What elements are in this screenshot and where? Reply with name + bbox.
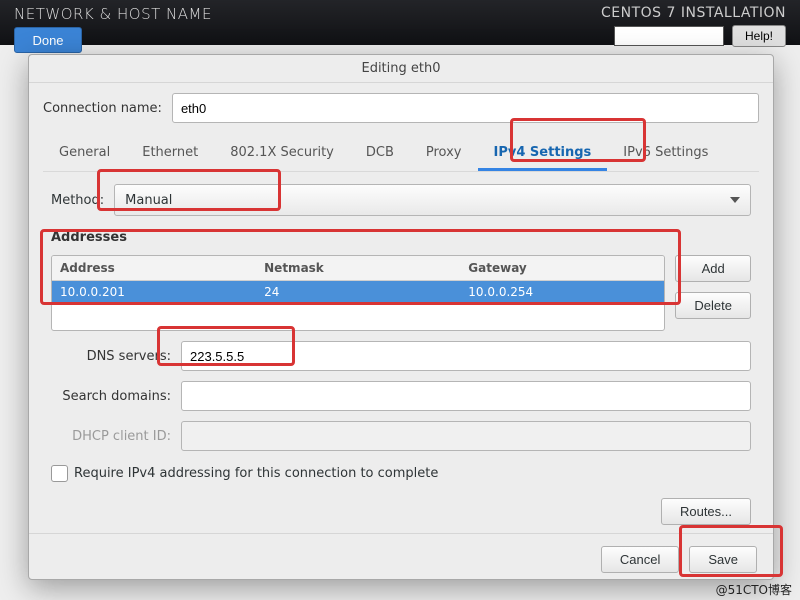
spoke-title: NETWORK & HOST NAME [14, 5, 212, 23]
ipv4-panel: Method: Manual Addresses Address Netmask… [43, 171, 759, 533]
tab-8021x[interactable]: 802.1X Security [214, 137, 350, 171]
help-button[interactable]: Help! [732, 25, 786, 47]
installer-top-bar: NETWORK & HOST NAME Done CENTOS 7 INSTAL… [0, 0, 800, 45]
cell-netmask: 24 [256, 281, 460, 303]
method-value: Manual [125, 193, 172, 208]
chevron-down-icon [730, 197, 740, 203]
addresses-heading: Addresses [51, 230, 751, 245]
cell-gateway: 10.0.0.254 [460, 281, 664, 303]
tab-ipv6[interactable]: IPv6 Settings [607, 137, 724, 171]
dns-servers-label: DNS servers: [51, 349, 171, 364]
addresses-header-row: Address Netmask Gateway [52, 256, 664, 281]
edit-connection-dialog: Editing eth0 Connection name: General Et… [28, 54, 774, 580]
installation-title: CENTOS 7 INSTALLATION [601, 5, 786, 21]
address-row-empty[interactable] [52, 303, 664, 330]
method-dropdown[interactable]: Manual [114, 184, 751, 216]
tab-ipv4[interactable]: IPv4 Settings [478, 137, 608, 171]
delete-address-button[interactable]: Delete [675, 292, 751, 319]
search-domains-label: Search domains: [51, 389, 171, 404]
settings-tabs: General Ethernet 802.1X Security DCB Pro… [29, 137, 773, 171]
addresses-table[interactable]: Address Netmask Gateway 10.0.0.201 24 10… [51, 255, 665, 331]
cancel-button[interactable]: Cancel [601, 546, 679, 573]
done-button[interactable]: Done [14, 27, 82, 53]
dhcp-client-id-input [181, 421, 751, 451]
tab-general[interactable]: General [43, 137, 126, 171]
col-address: Address [52, 256, 256, 280]
tab-dcb[interactable]: DCB [350, 137, 410, 171]
method-label: Method: [51, 193, 104, 208]
watermark: @51CTO博客 [716, 581, 792, 598]
col-gateway: Gateway [460, 256, 664, 280]
connection-name-input[interactable] [172, 93, 759, 123]
save-button[interactable]: Save [689, 546, 757, 573]
search-domains-input[interactable] [181, 381, 751, 411]
add-address-button[interactable]: Add [675, 255, 751, 282]
address-row-selected[interactable]: 10.0.0.201 24 10.0.0.254 [52, 281, 664, 303]
dialog-footer: Cancel Save [29, 533, 773, 585]
tab-ethernet[interactable]: Ethernet [126, 137, 214, 171]
keyboard-layout-indicator[interactable] [614, 26, 724, 46]
dialog-title: Editing eth0 [29, 55, 773, 83]
col-netmask: Netmask [256, 256, 460, 280]
dns-servers-input[interactable] [181, 341, 751, 371]
dhcp-client-id-label: DHCP client ID: [51, 429, 171, 444]
cell-address: 10.0.0.201 [52, 281, 256, 303]
tab-proxy[interactable]: Proxy [410, 137, 478, 171]
routes-button[interactable]: Routes... [661, 498, 751, 525]
connection-name-label: Connection name: [43, 101, 162, 116]
require-ipv4-label: Require IPv4 addressing for this connect… [74, 466, 438, 481]
require-ipv4-checkbox[interactable] [51, 465, 68, 482]
